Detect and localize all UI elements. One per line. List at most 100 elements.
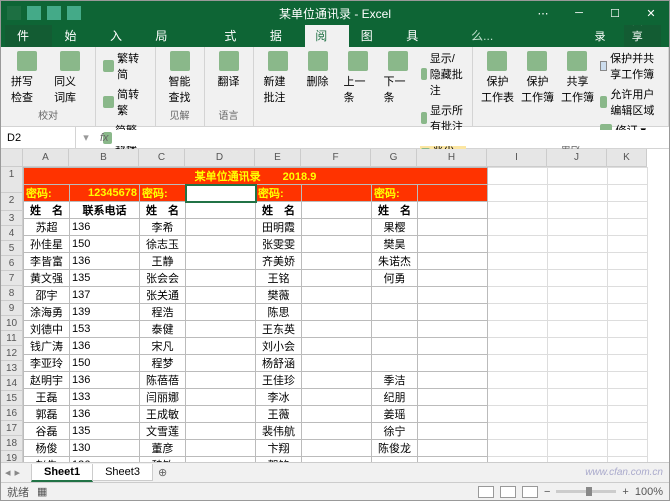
row-header[interactable]: 5: [1, 241, 23, 256]
protect-sheet-button[interactable]: 保护 工作表: [479, 49, 515, 107]
sheet-tab-2[interactable]: Sheet3: [92, 464, 153, 481]
data-cell[interactable]: 153: [70, 321, 140, 338]
translate-button[interactable]: 翻译: [211, 49, 247, 91]
dropdown-icon[interactable]: ▾: [76, 131, 96, 144]
show-hide-comment-button[interactable]: 显示/隐藏批注: [420, 49, 467, 99]
data-cell[interactable]: [186, 321, 256, 338]
row-header[interactable]: 11: [1, 331, 23, 346]
select-all-corner[interactable]: [1, 149, 23, 167]
header-cell[interactable]: [418, 202, 488, 219]
undo-icon[interactable]: [47, 6, 61, 20]
title-cell[interactable]: 某单位通讯录 2018.9: [24, 168, 488, 185]
data-cell[interactable]: [418, 236, 488, 253]
data-cell[interactable]: 136: [70, 338, 140, 355]
data-cell[interactable]: [186, 253, 256, 270]
next-comment-button[interactable]: 下一条: [380, 49, 416, 107]
close-icon[interactable]: ✕: [633, 1, 669, 25]
data-cell[interactable]: 张雯雯: [256, 236, 302, 253]
minimize-icon[interactable]: ─: [561, 1, 597, 25]
data-cell[interactable]: [418, 321, 488, 338]
data-cell[interactable]: 徐志玉: [140, 236, 186, 253]
row-header[interactable]: 9: [1, 301, 23, 316]
data-cell[interactable]: [186, 372, 256, 389]
data-cell[interactable]: [418, 355, 488, 372]
data-cell[interactable]: 张会会: [140, 270, 186, 287]
data-cell[interactable]: [186, 440, 256, 457]
sheet-nav-next-icon[interactable]: ▸: [15, 466, 21, 479]
data-cell[interactable]: 程梦: [140, 355, 186, 372]
data-cell[interactable]: 136: [70, 219, 140, 236]
col-header[interactable]: D: [185, 149, 255, 167]
data-cell[interactable]: 李皆富: [24, 253, 70, 270]
data-cell[interactable]: 135: [70, 423, 140, 440]
view-break-button[interactable]: [522, 486, 538, 498]
data-cell[interactable]: [418, 423, 488, 440]
header-cell[interactable]: 姓 名: [24, 202, 70, 219]
zoom-level[interactable]: 100%: [635, 486, 663, 498]
data-cell[interactable]: 135: [70, 270, 140, 287]
data-cell[interactable]: 徐宁: [372, 423, 418, 440]
view-normal-button[interactable]: [478, 486, 494, 498]
prev-comment-button[interactable]: 上一条: [340, 49, 376, 107]
data-cell[interactable]: [372, 287, 418, 304]
data-cell[interactable]: 何勇: [372, 270, 418, 287]
zoom-out-button[interactable]: −: [544, 486, 550, 498]
data-cell[interactable]: [186, 287, 256, 304]
data-cell[interactable]: 李亚玲: [24, 355, 70, 372]
data-cell[interactable]: [302, 219, 372, 236]
data-cell[interactable]: 宋凡: [140, 338, 186, 355]
data-cell[interactable]: 李希: [140, 219, 186, 236]
header-cell[interactable]: 姓 名: [140, 202, 186, 219]
data-cell[interactable]: 谷磊: [24, 423, 70, 440]
data-cell[interactable]: 杨舒涵: [256, 355, 302, 372]
col-header[interactable]: E: [255, 149, 301, 167]
data-cell[interactable]: 董彦: [140, 440, 186, 457]
data-cell[interactable]: [186, 236, 256, 253]
ribbon-options-icon[interactable]: ⋯: [525, 1, 561, 25]
data-cell[interactable]: [372, 304, 418, 321]
data-cell[interactable]: 王成敏: [140, 406, 186, 423]
row-header[interactable]: 2: [1, 193, 23, 211]
data-cell[interactable]: 136: [70, 372, 140, 389]
row-header[interactable]: 14: [1, 376, 23, 391]
row-header[interactable]: 8: [1, 286, 23, 301]
new-comment-button[interactable]: 新建批注: [260, 49, 296, 107]
data-cell[interactable]: [418, 287, 488, 304]
data-cell[interactable]: 苏超: [24, 219, 70, 236]
column-headers[interactable]: ABCDEFGHIJK: [23, 149, 647, 167]
header-cell[interactable]: 姓 名: [256, 202, 302, 219]
spellcheck-button[interactable]: 拼写检查: [7, 49, 46, 107]
data-cell[interactable]: 王铭: [256, 270, 302, 287]
row-header[interactable]: 10: [1, 316, 23, 331]
col-header[interactable]: C: [139, 149, 185, 167]
data-cell[interactable]: 果樱: [372, 219, 418, 236]
data-cell[interactable]: [186, 355, 256, 372]
data-cell[interactable]: [418, 338, 488, 355]
data-cell[interactable]: 150: [70, 236, 140, 253]
delete-comment-button[interactable]: 删除: [300, 49, 336, 91]
data-cell[interactable]: 文雪莲: [140, 423, 186, 440]
data-cell[interactable]: 杨俊: [24, 440, 70, 457]
col-header[interactable]: J: [547, 149, 607, 167]
row-header[interactable]: 15: [1, 391, 23, 406]
worksheet-grid[interactable]: ABCDEFGHIJK 1234567891011121314151617181…: [1, 149, 669, 479]
data-cell[interactable]: [302, 338, 372, 355]
header-cell[interactable]: 姓 名: [372, 202, 418, 219]
formula-input[interactable]: [113, 130, 669, 146]
data-cell[interactable]: [418, 406, 488, 423]
data-cell[interactable]: [302, 423, 372, 440]
redo-icon[interactable]: [67, 6, 81, 20]
data-cell[interactable]: 程浩: [140, 304, 186, 321]
sheet-tab-1[interactable]: Sheet1: [31, 464, 93, 482]
col-header[interactable]: B: [69, 149, 139, 167]
data-cell[interactable]: 纪朋: [372, 389, 418, 406]
data-cell[interactable]: [372, 338, 418, 355]
share-workbook-button[interactable]: 共享 工作簿: [559, 49, 595, 107]
data-cell[interactable]: 季洁: [372, 372, 418, 389]
data-cell[interactable]: [302, 270, 372, 287]
data-cell[interactable]: [418, 372, 488, 389]
data-cell[interactable]: 田明霞: [256, 219, 302, 236]
data-cell[interactable]: 邵宇: [24, 287, 70, 304]
data-cell[interactable]: 130: [70, 440, 140, 457]
data-cell[interactable]: 王薇: [256, 406, 302, 423]
